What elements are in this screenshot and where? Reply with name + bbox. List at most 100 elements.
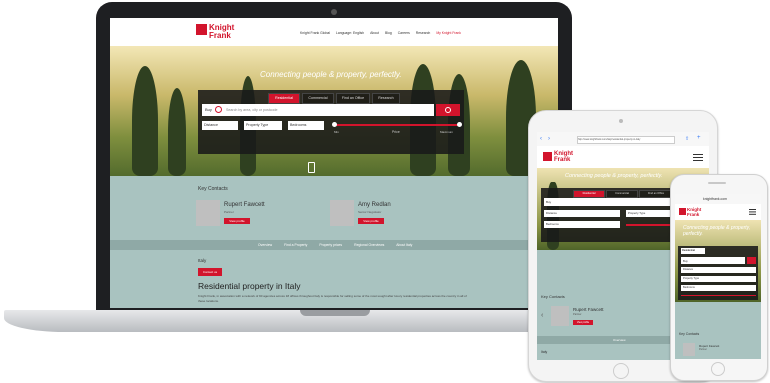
section-tab-property-prices[interactable]: Property prices [319, 243, 342, 247]
carousel-prev-icon[interactable]: ‹ [541, 312, 543, 319]
search-prefix[interactable]: Buy [205, 107, 212, 112]
top-nav: Knight Frank Global Language: English Ab… [300, 31, 461, 35]
tab-commercial[interactable]: Commercial [606, 190, 638, 198]
phone-home-button[interactable] [711, 362, 725, 376]
bedrooms-select[interactable]: Bedrooms [681, 285, 756, 291]
contact-name: Amy Redlan [358, 202, 391, 208]
price-label: Price [392, 130, 400, 134]
contact-role: Partner [699, 348, 707, 351]
contact-name: Rupert Fawcett [573, 307, 604, 312]
page-heading: Residential property in Italy [198, 281, 301, 291]
nav-about[interactable]: About [370, 31, 379, 35]
share-icon[interactable]: ⇧ [685, 136, 689, 142]
section-tab-regional[interactable]: Regional Overviews [354, 243, 384, 247]
phone-hero: Connecting people & property, perfectly.… [675, 220, 761, 302]
tab-commercial[interactable]: Commercial [302, 93, 334, 104]
slider-max-handle[interactable] [457, 122, 462, 127]
section-tab-find-property[interactable]: Find a Property [284, 243, 307, 247]
search-button[interactable] [436, 104, 460, 116]
laptop-screen: Knight Frank Knight Frank Global Languag… [110, 18, 558, 308]
tab-residential[interactable]: Residential [573, 190, 605, 198]
search-panel: Residential Commercial Find an Office Re… [198, 90, 464, 154]
view-profile-button[interactable]: View profile [224, 218, 250, 224]
avatar [330, 200, 354, 226]
tablet-key-contacts-title: Key Contacts [541, 294, 565, 299]
nav-research[interactable]: Research [416, 31, 431, 35]
nav-careers[interactable]: Careers [398, 31, 410, 35]
laptop-notch [300, 310, 370, 316]
distance-select[interactable]: Distance [544, 210, 620, 217]
price-min-label: Min [334, 130, 339, 134]
logo-line2: Frank [209, 31, 231, 40]
property-type-select[interactable]: Property Type [244, 121, 282, 130]
contact-role: Partner [224, 210, 234, 214]
section-tab-overview[interactable]: Overview [613, 338, 626, 342]
forward-icon[interactable]: › [548, 136, 550, 142]
intro-text: Knight Frank, in association with a netw… [198, 294, 467, 303]
price-slider[interactable] [332, 122, 462, 127]
phone-app-icon [308, 162, 315, 173]
phone-url[interactable]: knightfrank.com [703, 197, 727, 201]
back-icon[interactable]: ‹ [540, 136, 542, 142]
phone-key-contacts-title: Key Contacts [679, 332, 700, 336]
contact-role: Senior Negotiator [358, 210, 382, 214]
phone-speaker [708, 182, 726, 184]
search-prefix[interactable]: Buy [546, 200, 551, 204]
price-max-label: Maximum [440, 130, 454, 134]
nav-blog[interactable]: Blog [385, 31, 392, 35]
section-tabs: Overview Find a Property Property prices… [258, 243, 412, 247]
bedrooms-select[interactable]: Bedrooms [544, 221, 620, 228]
logo-icon [543, 152, 552, 161]
tablet-home-button[interactable] [613, 363, 629, 379]
tablet-search-input[interactable]: Buy [544, 198, 684, 206]
search-prefix[interactable]: Buy [683, 259, 688, 263]
phone-search-button[interactable] [747, 257, 756, 264]
logo-icon [196, 24, 207, 35]
hero-tagline: Connecting people & property, perfectly. [260, 70, 402, 79]
new-tab-icon[interactable]: + [697, 135, 701, 141]
distance-select[interactable]: Distance [202, 121, 238, 130]
distance-select[interactable]: Distance [681, 267, 756, 273]
tab-residential[interactable]: Residential [681, 248, 705, 254]
logo-line2: Frank [554, 157, 571, 163]
site-header: Knight Frank Knight Frank Global Languag… [110, 18, 558, 46]
menu-icon[interactable] [749, 209, 756, 210]
price-slider[interactable] [681, 295, 756, 297]
menu-icon[interactable] [693, 154, 703, 156]
tab-research[interactable]: Research [372, 93, 400, 104]
search-placeholder: Search by area, city or postcode [226, 107, 278, 112]
phone-search-panel: Residential Buy Distance Property Type B… [678, 246, 758, 300]
contact-name: Rupert Fawcett [224, 202, 265, 208]
avatar [196, 200, 220, 226]
search-tabs: Residential Commercial Find an Office Re… [268, 93, 400, 104]
search-icon [445, 107, 451, 113]
section-tab-overview[interactable]: Overview [258, 243, 272, 247]
laptop-camera [331, 9, 337, 15]
contact-us-button[interactable]: Contact us [198, 268, 222, 276]
tablet-section-label: Italy [541, 350, 548, 354]
phone-tagline: Connecting people & property, perfectly. [683, 225, 751, 237]
phone-browser-bar: knightfrank.com [675, 194, 761, 204]
tab-find-office[interactable]: Find an Office [336, 93, 370, 104]
nav-my-knight-frank[interactable]: My Knight Frank [436, 31, 461, 35]
section-nav: Overview Find a Property Property prices… [110, 240, 558, 250]
view-profile-button[interactable]: View profile [358, 218, 384, 224]
tab-residential[interactable]: Residential [268, 93, 300, 104]
slider-min-handle[interactable] [332, 122, 337, 127]
dropdown-icon [215, 106, 222, 113]
bedrooms-select[interactable]: Bedrooms [288, 121, 324, 130]
phone-search-input[interactable]: Buy [681, 257, 745, 264]
phone-screen: knightfrank.com Knight Frank Connecting … [675, 194, 761, 359]
avatar [551, 306, 569, 326]
nav-language[interactable]: Language: English [336, 31, 364, 35]
section-tab-about[interactable]: About Italy [396, 243, 412, 247]
tablet-url-bar[interactable]: http://www.knightfrank.com/italy/residen… [577, 136, 675, 144]
cypress-tree [168, 88, 186, 176]
property-type-select[interactable]: Property Type [681, 276, 756, 282]
search-input[interactable]: Buy Search by area, city or postcode [202, 104, 434, 116]
view-profile-button[interactable]: View profile [573, 320, 593, 325]
tablet-site-header: Knight Frank [537, 146, 709, 168]
tab-find-office[interactable]: Find an Office [639, 190, 673, 198]
logo-icon [679, 208, 686, 215]
nav-global[interactable]: Knight Frank Global [300, 31, 330, 35]
